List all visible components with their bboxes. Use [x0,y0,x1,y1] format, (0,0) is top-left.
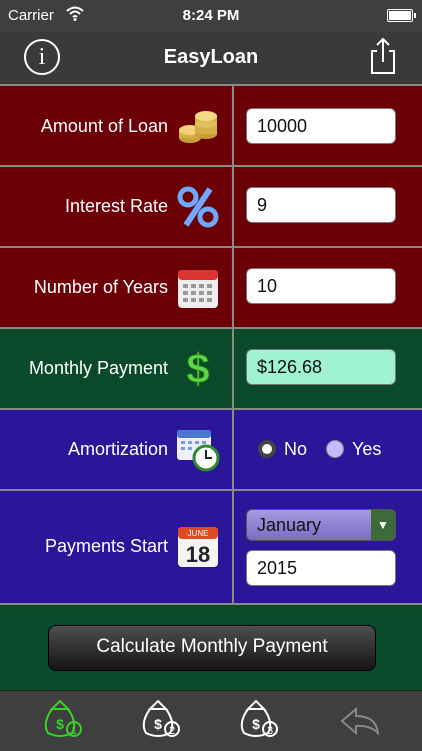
calendar-grid-icon [178,270,218,308]
svg-text:$: $ [186,345,209,389]
calendar-month-text: JUNE [188,529,209,538]
loan-form: Amount of Loan 10000 Interest Rate 9 Num… [0,84,422,690]
amortization-no-label[interactable]: No [284,439,307,459]
svg-text:$: $ [56,716,64,732]
amortization-no-radio[interactable] [258,440,276,459]
monthly-payment-label: Monthly Payment [28,358,168,378]
svg-text:3: 3 [267,725,273,737]
month-select-value: January [257,515,322,535]
interest-input[interactable]: 9 [246,187,396,223]
amortization-yes-radio[interactable] [326,440,345,459]
amount-input[interactable]: 10000 [246,108,396,144]
years-row: Number of Years 10 [0,246,422,327]
interest-label: Interest Rate [64,196,168,216]
chevron-down-icon[interactable]: ▼ [371,510,395,540]
payments-start-label: Payments Start [44,536,168,556]
years-input[interactable]: 10 [246,268,396,304]
monthly-payment-output: $126.68 [246,349,396,385]
nav-bar: i EasyLoan [0,32,422,84]
payments-start-row: Payments Start JUNE 18 January ▼ 2015 [0,489,422,603]
amount-row: Amount of Loan 10000 [0,84,422,165]
amortization-yes-label[interactable]: Yes [352,439,381,459]
calendar-date-icon: JUNE 18 [178,527,218,567]
svg-text:2: 2 [169,725,175,737]
svg-text:$: $ [154,716,162,732]
tab-money-bag-1-icon[interactable]: $ 1 [40,699,88,739]
battery-icon [387,9,416,22]
amortization-label: Amortization [67,439,168,459]
year-input[interactable]: 2015 [246,550,396,586]
app-title: EasyLoan [163,46,259,68]
month-select[interactable]: January ▼ [246,509,396,541]
amortization-row: Amortization No Yes [0,408,422,489]
status-bar: Carrier 8:24 PM [0,0,422,32]
back-arrow-icon[interactable] [336,699,384,739]
percent-icon [177,186,219,228]
svg-text:$: $ [252,716,260,732]
share-icon[interactable] [368,37,398,75]
tab-money-bag-3-icon[interactable]: $ 3 [236,699,284,739]
years-label: Number of Years [33,277,168,297]
calendar-clock-icon [177,430,220,472]
amortization-radio-group: No Yes [258,438,395,460]
tab-bar: $ 1 $ 2 $ 3 [0,690,422,751]
calendar-day-text: 18 [186,542,210,567]
coins-icon [179,111,217,143]
calculate-button[interactable]: Calculate Monthly Payment [48,625,376,671]
dollar-icon: $ [186,345,210,389]
monthly-payment-row: Monthly Payment $ $126.68 [0,327,422,408]
clock: 8:24 PM [182,7,240,24]
svg-text:1: 1 [71,725,77,737]
amount-label: Amount of Loan [40,116,168,136]
tab-money-bag-2-icon[interactable]: $ 2 [138,699,186,739]
interest-row: Interest Rate 9 [0,165,422,246]
calculate-area: Calculate Monthly Payment [0,603,422,690]
